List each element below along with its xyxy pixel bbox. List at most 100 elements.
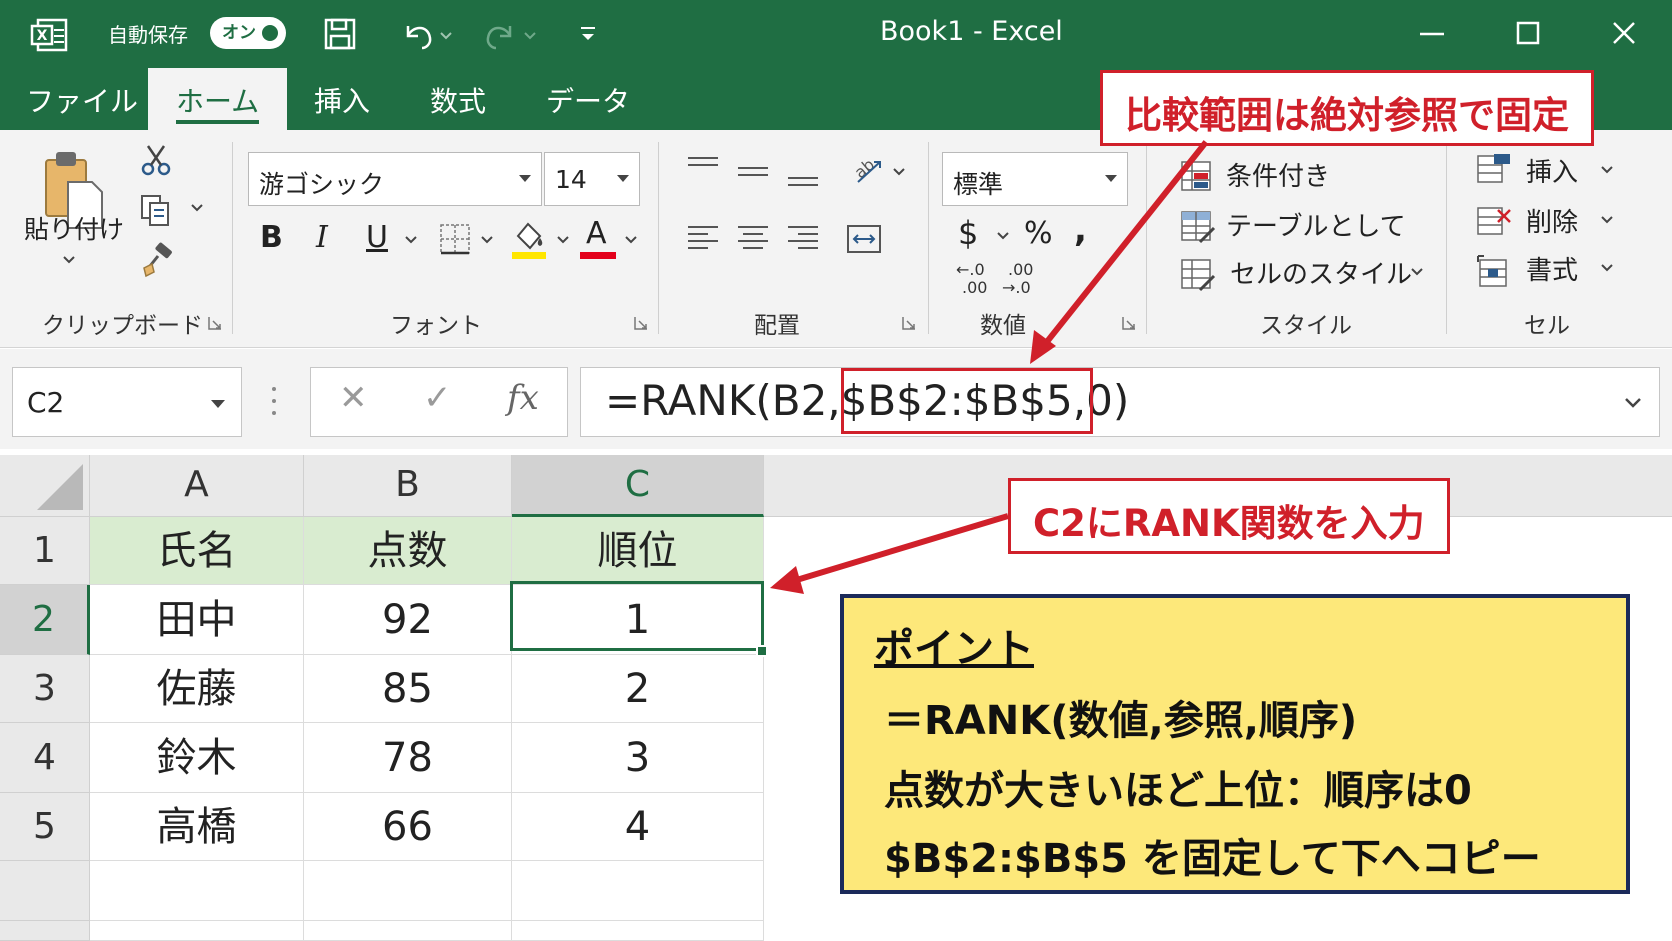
cell-styles-icon[interactable] xyxy=(1180,258,1216,292)
conditional-format-button[interactable]: 条件付き xyxy=(1226,156,1330,193)
italic-button[interactable]: I xyxy=(316,220,328,255)
insert-cells-icon[interactable] xyxy=(1476,152,1512,186)
cell-c3[interactable]: 2 xyxy=(512,655,764,723)
orientation-icon[interactable]: ab xyxy=(848,150,884,186)
row-header-7[interactable] xyxy=(0,921,90,941)
currency-dropdown-icon[interactable] xyxy=(996,230,1010,242)
align-left-icon[interactable] xyxy=(686,222,720,256)
underline-button[interactable]: U xyxy=(366,220,388,255)
excel-icon[interactable]: X xyxy=(30,18,68,52)
cell-b2[interactable]: 92 xyxy=(304,585,512,655)
percent-button[interactable]: % xyxy=(1024,216,1053,251)
name-box[interactable]: C2 xyxy=(12,367,242,437)
cell-styles-button[interactable]: セルのスタイル xyxy=(1230,254,1412,291)
delete-dropdown-icon[interactable] xyxy=(1600,214,1614,226)
cell-a1[interactable]: 氏名 xyxy=(90,517,304,585)
formula-input[interactable]: =RANK(B2,$B$2:$B$5,0) xyxy=(580,367,1660,437)
font-name-combo[interactable]: 游ゴシック xyxy=(248,152,542,206)
cell-b6[interactable] xyxy=(304,861,512,921)
minimize-icon[interactable] xyxy=(1412,14,1452,54)
undo-dropdown-icon[interactable] xyxy=(438,16,454,52)
chevron-down-icon[interactable] xyxy=(1623,392,1643,412)
row-header-6[interactable] xyxy=(0,861,90,921)
insert-function-button[interactable]: fx xyxy=(507,378,539,418)
row-header-3[interactable]: 3 xyxy=(0,655,90,723)
format-painter-icon[interactable] xyxy=(140,242,176,278)
border-dropdown-icon[interactable] xyxy=(480,234,494,246)
delete-cells-icon[interactable] xyxy=(1476,204,1512,238)
cell-a2[interactable]: 田中 xyxy=(90,585,304,655)
maximize-icon[interactable] xyxy=(1508,14,1548,54)
cell-a6[interactable] xyxy=(90,861,304,921)
copy-icon[interactable] xyxy=(138,192,174,228)
format-cells-button[interactable]: 書式 xyxy=(1526,250,1578,287)
splitter-dots-icon[interactable] xyxy=(270,379,278,423)
cell-c5[interactable]: 4 xyxy=(512,793,764,861)
decrease-decimal-button[interactable]: .00 →.0 xyxy=(1002,260,1042,300)
align-center-icon[interactable] xyxy=(736,222,770,256)
copy-dropdown-icon[interactable] xyxy=(190,202,204,214)
row-header-5[interactable]: 5 xyxy=(0,793,90,861)
paste-button[interactable]: 貼り付け xyxy=(24,210,124,246)
column-header-a[interactable]: A xyxy=(90,455,304,517)
orientation-dropdown-icon[interactable] xyxy=(892,166,906,178)
number-format-combo[interactable]: 標準 xyxy=(942,152,1128,206)
number-launcher-icon[interactable] xyxy=(1122,316,1136,330)
redo-icon[interactable] xyxy=(482,16,518,52)
increase-decimal-button[interactable]: ←.0 .00 xyxy=(956,260,996,300)
currency-button[interactable]: $ xyxy=(958,214,978,252)
cancel-button[interactable]: ✕ xyxy=(339,378,368,418)
tab-insert[interactable]: 挿入 xyxy=(314,80,370,120)
align-top-icon[interactable] xyxy=(686,154,720,180)
cell-b4[interactable]: 78 xyxy=(304,723,512,793)
redo-dropdown-icon[interactable] xyxy=(522,16,538,52)
chevron-down-icon[interactable] xyxy=(617,175,629,182)
cell-a4[interactable]: 鈴木 xyxy=(90,723,304,793)
tab-data[interactable]: データ xyxy=(546,80,630,120)
paste-dropdown-icon[interactable] xyxy=(62,254,76,266)
underline-dropdown-icon[interactable] xyxy=(404,234,418,246)
format-as-table-button[interactable]: テーブルとして xyxy=(1226,206,1406,243)
undo-icon[interactable] xyxy=(400,16,436,52)
comma-button[interactable]: , xyxy=(1074,210,1087,250)
bold-button[interactable]: B xyxy=(260,220,283,255)
font-color-icon[interactable]: A xyxy=(580,216,616,260)
enter-button[interactable]: ✓ xyxy=(423,378,452,418)
cell-b7[interactable] xyxy=(304,921,512,941)
alignment-launcher-icon[interactable] xyxy=(902,316,916,330)
tab-formulas[interactable]: 数式 xyxy=(430,80,486,120)
delete-cells-button[interactable]: 削除 xyxy=(1526,202,1578,239)
tab-home[interactable]: ホーム xyxy=(148,68,288,130)
border-icon[interactable] xyxy=(438,222,472,256)
align-middle-icon[interactable] xyxy=(736,160,770,186)
fill-color-icon[interactable] xyxy=(510,218,548,260)
select-all-corner[interactable] xyxy=(0,455,90,517)
save-icon[interactable] xyxy=(322,16,358,52)
cell-c7[interactable] xyxy=(512,921,764,941)
cell-b1[interactable]: 点数 xyxy=(304,517,512,585)
align-bottom-icon[interactable] xyxy=(786,164,820,190)
font-color-dropdown-icon[interactable] xyxy=(624,234,638,246)
cell-a5[interactable]: 高橋 xyxy=(90,793,304,861)
chevron-down-icon[interactable] xyxy=(211,400,225,408)
chevron-down-icon[interactable] xyxy=(1105,175,1117,182)
insert-dropdown-icon[interactable] xyxy=(1600,164,1614,176)
align-right-icon[interactable] xyxy=(786,222,820,256)
close-icon[interactable] xyxy=(1604,14,1644,54)
cell-a7[interactable] xyxy=(90,921,304,941)
fill-color-dropdown-icon[interactable] xyxy=(556,234,570,246)
autosave-toggle[interactable]: オン xyxy=(210,17,286,49)
format-cells-icon[interactable] xyxy=(1476,254,1512,288)
row-header-4[interactable]: 4 xyxy=(0,723,90,793)
chevron-down-icon[interactable] xyxy=(519,175,531,182)
font-size-combo[interactable]: 14 xyxy=(544,152,640,206)
fill-handle[interactable] xyxy=(756,645,768,657)
cut-icon[interactable] xyxy=(138,142,174,178)
cell-c6[interactable] xyxy=(512,861,764,921)
cell-c4[interactable]: 3 xyxy=(512,723,764,793)
cell-b3[interactable]: 85 xyxy=(304,655,512,723)
cell-a3[interactable]: 佐藤 xyxy=(90,655,304,723)
font-launcher-icon[interactable] xyxy=(634,316,648,330)
cell-c1[interactable]: 順位 xyxy=(512,517,764,585)
clipboard-launcher-icon[interactable] xyxy=(208,316,222,330)
